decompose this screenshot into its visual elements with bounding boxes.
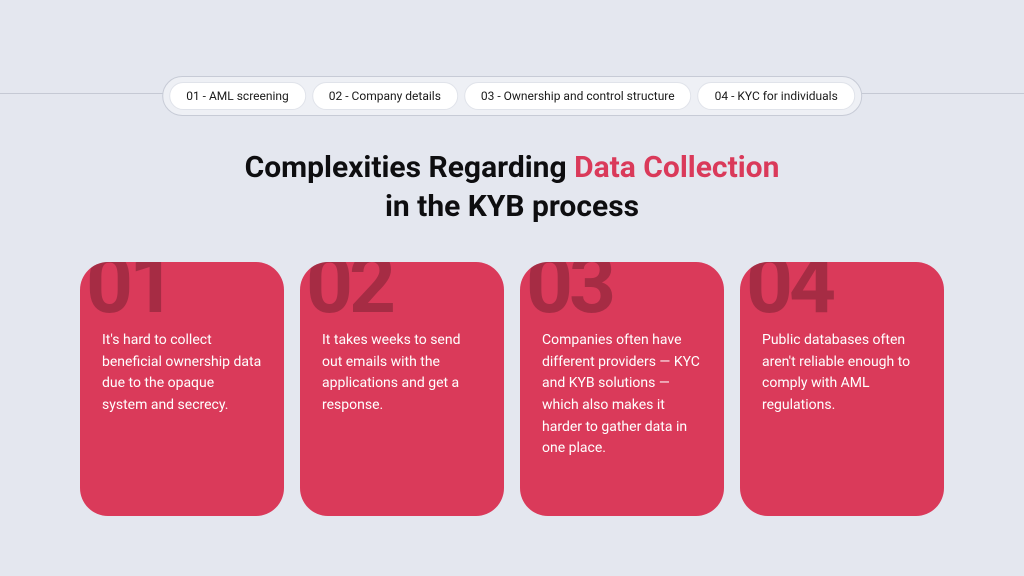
card-number: 04 — [746, 262, 832, 326]
card-number: 01 — [86, 262, 172, 326]
tab-ownership-structure[interactable]: 03 - Ownership and control structure — [464, 82, 692, 110]
card-text: Companies often have different providers… — [542, 330, 702, 460]
card-02: 02 It takes weeks to send out emails wit… — [300, 262, 504, 516]
headline-accent: Data Collection — [574, 150, 779, 185]
card-text: It takes weeks to send out emails with t… — [322, 330, 482, 417]
tab-label: 03 - Ownership and control structure — [481, 89, 675, 103]
card-03: 03 Companies often have different provid… — [520, 262, 724, 516]
card-text: Public databases often aren't reliable e… — [762, 330, 922, 417]
headline-part1: Complexities Regarding — [245, 150, 575, 185]
tab-label: 01 - AML screening — [186, 89, 289, 103]
card-01: 01 It's hard to collect beneficial owner… — [80, 262, 284, 516]
tabs-bar: 01 - AML screening 02 - Company details … — [162, 76, 862, 116]
card-04: 04 Public databases often aren't reliabl… — [740, 262, 944, 516]
tab-label: 02 - Company details — [329, 89, 441, 103]
tab-aml-screening[interactable]: 01 - AML screening — [169, 82, 306, 110]
card-text: It's hard to collect beneficial ownershi… — [102, 330, 262, 417]
page-headline: Complexities Regarding Data Collection i… — [0, 148, 1024, 226]
tab-kyc-individuals[interactable]: 04 - KYC for individuals — [698, 82, 855, 110]
headline-part2: in the KYB process — [385, 189, 639, 224]
tab-label: 04 - KYC for individuals — [715, 89, 838, 103]
card-number: 03 — [526, 262, 612, 326]
tab-company-details[interactable]: 02 - Company details — [312, 82, 458, 110]
cards-row: 01 It's hard to collect beneficial owner… — [80, 262, 944, 516]
card-number: 02 — [306, 262, 392, 326]
